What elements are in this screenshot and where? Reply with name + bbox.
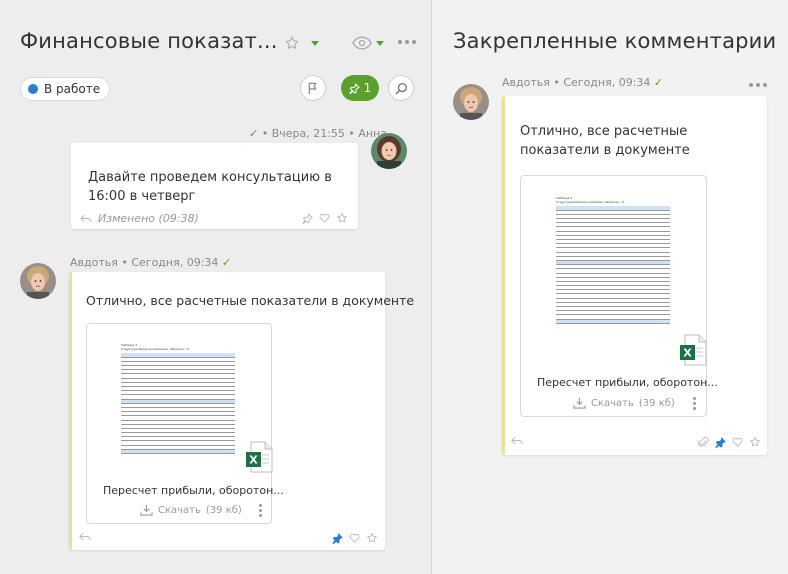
attachment-card[interactable]: Таблица 2 Структура баланса компании «Фиа… [520, 175, 718, 417]
paperclip-icon[interactable] [698, 436, 709, 448]
attachment-name[interactable]: Пересчет прибыли, оборотон... [537, 376, 718, 389]
excel-icon: X [246, 441, 273, 473]
pin-icon[interactable] [332, 532, 343, 544]
comment-actions [302, 212, 348, 224]
pinned-count: 1 [363, 81, 372, 95]
download-link[interactable]: Скачать (39 кб) [140, 504, 242, 516]
avatar[interactable] [371, 133, 407, 169]
svg-text:X: X [249, 454, 258, 467]
read-check-icon: ✓ [249, 127, 259, 140]
comment-edited: Изменено (09:38) [80, 212, 199, 225]
attachment-more-icon[interactable] [259, 504, 262, 517]
download-icon [140, 504, 153, 516]
comment-more-icon[interactable] [749, 83, 767, 87]
attachment-card[interactable]: Таблица 2 Структура баланса компании «Фиа… [86, 323, 284, 524]
panel-title: Закрепленные комментарии [453, 29, 777, 53]
task-title: Финансовые показат... [20, 29, 278, 53]
star-icon[interactable] [336, 212, 348, 224]
pin-icon[interactable] [715, 436, 726, 448]
comment-actions [332, 532, 378, 544]
pinned-comments-panel: Закрепленные комментарии Авдотья • Сегод… [432, 0, 788, 574]
favorite-caret-icon[interactable] [310, 39, 320, 47]
reply-icon [79, 532, 91, 541]
download-link[interactable]: Скачать (39 кб) [573, 397, 675, 409]
document-preview: Таблица 2 Структура баланса компании «Фиа… [556, 196, 670, 350]
comment-time: Сегодня, 09:34 [131, 256, 219, 269]
search-button[interactable] [388, 75, 414, 101]
status-label: В работе [44, 82, 101, 96]
avatar[interactable] [20, 263, 56, 299]
comment-author: Авдотья [502, 76, 550, 89]
comment-text: Давайте проведем консультацию в 16:00 в … [88, 170, 332, 204]
comment-author: Авдотья [70, 256, 118, 269]
pin-icon[interactable] [302, 212, 313, 224]
heart-icon[interactable] [319, 213, 330, 223]
task-panel: Финансовые показат... В работе 1 ✓ • Вче… [0, 0, 431, 574]
comment-card: Давайте проведем консультацию в 16:00 в … [71, 143, 358, 229]
reply-area[interactable] [79, 532, 91, 541]
comment-actions [698, 436, 761, 448]
comment-time: Сегодня, 09:34 [563, 76, 651, 89]
search-icon [395, 82, 407, 94]
read-check-icon: ✓ [653, 76, 664, 89]
pinned-count-button[interactable]: 1 [341, 75, 379, 101]
watch-eye-icon[interactable] [351, 34, 373, 52]
star-icon[interactable] [366, 532, 378, 544]
comment-text: Отлично, все расчетные показатели в доку… [86, 293, 415, 308]
svg-text:X: X [683, 347, 692, 360]
attachment-name[interactable]: Пересчет прибыли, оборотон... [103, 484, 284, 497]
comment-meta: ✓ • Вчера, 21:55 • Анна [249, 127, 388, 140]
watch-caret-icon[interactable] [375, 39, 385, 47]
comment-card: Отлично, все расчетные показатели в доку… [69, 272, 415, 550]
status-dot-icon [28, 84, 38, 94]
attachment-more-icon[interactable] [693, 397, 696, 410]
flag-button[interactable] [300, 75, 326, 101]
favorite-star-icon[interactable] [283, 34, 301, 52]
avatar[interactable] [453, 84, 489, 120]
read-check-icon: ✓ [221, 256, 232, 269]
comment-text: Отлично, все расчетные показатели в доку… [520, 124, 690, 158]
download-icon [573, 397, 586, 409]
star-icon[interactable] [749, 436, 761, 448]
heart-icon[interactable] [349, 533, 360, 543]
reply-icon [80, 214, 92, 223]
status-badge[interactable]: В работе [20, 77, 111, 101]
excel-icon: X [680, 334, 707, 366]
flag-icon [308, 82, 317, 94]
comment-meta: Авдотья • Сегодня, 09:34 ✓ [502, 76, 664, 89]
comment-meta: Авдотья • Сегодня, 09:34 ✓ [70, 256, 232, 269]
heart-icon[interactable] [732, 437, 743, 447]
comment-time: Вчера, 21:55 [271, 127, 345, 140]
more-icon[interactable] [398, 40, 416, 44]
pin-icon [349, 82, 360, 94]
reply-icon [511, 436, 523, 445]
comment-card: Отлично, все расчетные показатели в доку… [502, 96, 767, 455]
reply-area[interactable] [511, 436, 523, 445]
document-preview: Таблица 2 Структура баланса компании «Фиа… [121, 343, 235, 473]
